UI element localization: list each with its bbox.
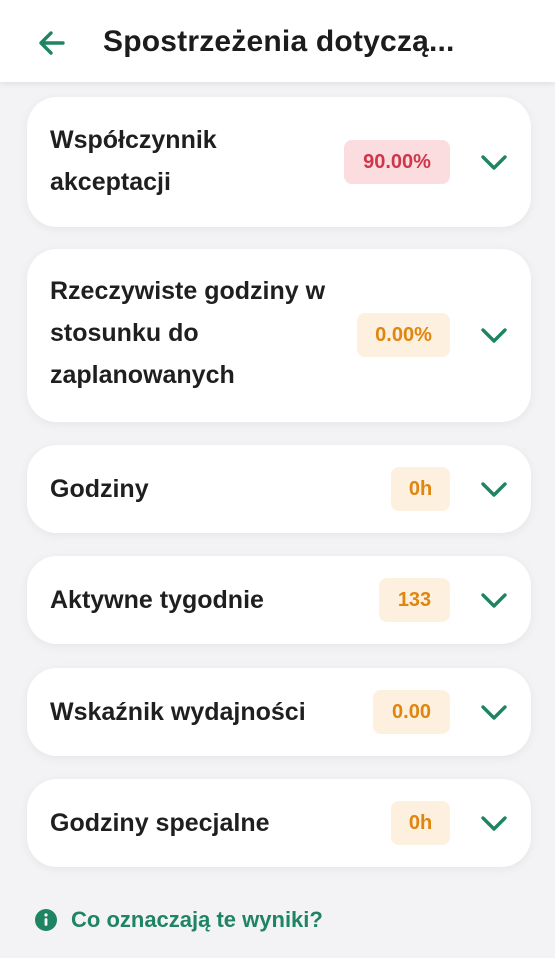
metric-label: Aktywne tygodnie [50, 579, 264, 621]
metric-label-line: Aktywne tygodnie [50, 586, 264, 614]
metric-value-badge: 133 [379, 578, 450, 622]
metric-card-active-weeks[interactable]: Aktywne tygodnie 133 [27, 556, 531, 644]
metric-label-line: Rzeczywiste godziny w [50, 277, 326, 305]
metric-label: Wskaźnik wydajności [50, 691, 306, 733]
metric-card-hours[interactable]: Godziny 0h [27, 445, 531, 533]
metric-value-badge: 0h [391, 801, 450, 845]
back-button[interactable] [34, 25, 70, 61]
chevron-down-icon[interactable] [478, 473, 510, 505]
help-link-label: Co oznaczają te wyniki? [71, 907, 323, 932]
metric-card-acceptance-rate[interactable]: Współczynnik akceptacji 90.00% [27, 97, 531, 227]
metric-value-badge: 0.00 [373, 690, 450, 734]
metric-card-actual-vs-planned-hours[interactable]: Rzeczywiste godziny w stosunku do zaplan… [27, 249, 531, 422]
metric-label: Godziny specjalne [50, 802, 270, 844]
metric-value-badge: 0.00% [357, 313, 450, 357]
chevron-down-icon[interactable] [478, 696, 510, 728]
metric-label-line: zaplanowanych [50, 361, 235, 389]
chevron-down-icon[interactable] [478, 319, 510, 351]
chevron-down-icon[interactable] [478, 584, 510, 616]
metric-label: Współczynnik akceptacji [50, 119, 217, 203]
metric-label: Godziny [50, 468, 149, 510]
metric-card-performance-index[interactable]: Wskaźnik wydajności 0.00 [27, 668, 531, 756]
info-circle-icon [35, 909, 57, 931]
chevron-down-icon[interactable] [478, 146, 510, 178]
app-header: Spostrzeżenia dotyczą... [0, 0, 555, 82]
metric-label-line: akceptacji [50, 168, 171, 196]
metric-label-line: Wskaźnik wydajności [50, 698, 306, 726]
results-help-link[interactable]: Co oznaczają te wyniki? [35, 905, 323, 935]
metric-card-special-hours[interactable]: Godziny specjalne 0h [27, 779, 531, 867]
metric-label-line: Godziny specjalne [50, 809, 270, 837]
page-title: Spostrzeżenia dotyczą... [103, 25, 455, 58]
metric-label: Rzeczywiste godziny w stosunku do zaplan… [50, 270, 325, 396]
arrow-left-icon [39, 31, 65, 55]
metric-value-badge: 0h [391, 467, 450, 511]
metric-label-line: Godziny [50, 475, 149, 503]
metric-value-badge: 90.00% [344, 140, 450, 184]
metric-label-line: stosunku do [50, 319, 199, 347]
metric-label-line: Współczynnik [50, 126, 217, 154]
chevron-down-icon[interactable] [478, 807, 510, 839]
